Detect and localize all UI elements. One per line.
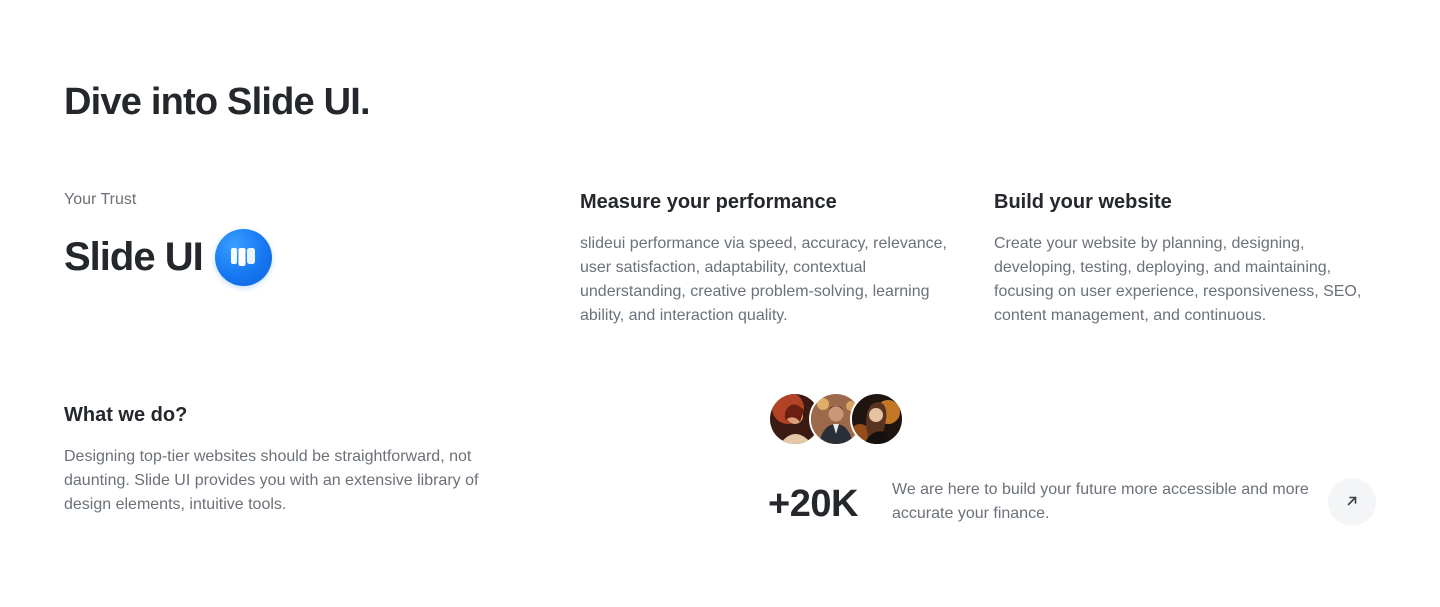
what-we-do-title: What we do? (64, 404, 188, 426)
feature-description: slideui performance via speed, accuracy,… (580, 235, 947, 324)
avatar-group (768, 392, 904, 446)
feature-title: Build your website (994, 191, 1172, 213)
brand-name: Slide UI (64, 235, 204, 279)
trust-label: Your Trust (64, 191, 137, 208)
feature-title: Measure your performance (580, 191, 837, 213)
feature-measure-performance: Measure your performance slideui perform… (580, 190, 950, 328)
stat-number: +20K (768, 483, 858, 525)
stat-description: We are here to build your future more ac… (892, 481, 1309, 522)
avatar (850, 392, 904, 446)
what-we-do-section: What we do? Designing top-tier websites … (64, 403, 524, 517)
page-title: Dive into Slide UI. (64, 81, 371, 123)
arrow-button[interactable] (1328, 478, 1376, 526)
slide-ui-logo-icon (214, 228, 272, 286)
feature-build-website: Build your website Create your website b… (994, 190, 1366, 328)
feature-description: Create your website by planning, designi… (994, 235, 1362, 324)
arrow-up-right-icon (1345, 494, 1359, 511)
brand: Slide UI (64, 228, 272, 286)
what-we-do-description: Designing top-tier websites should be st… (64, 448, 479, 513)
